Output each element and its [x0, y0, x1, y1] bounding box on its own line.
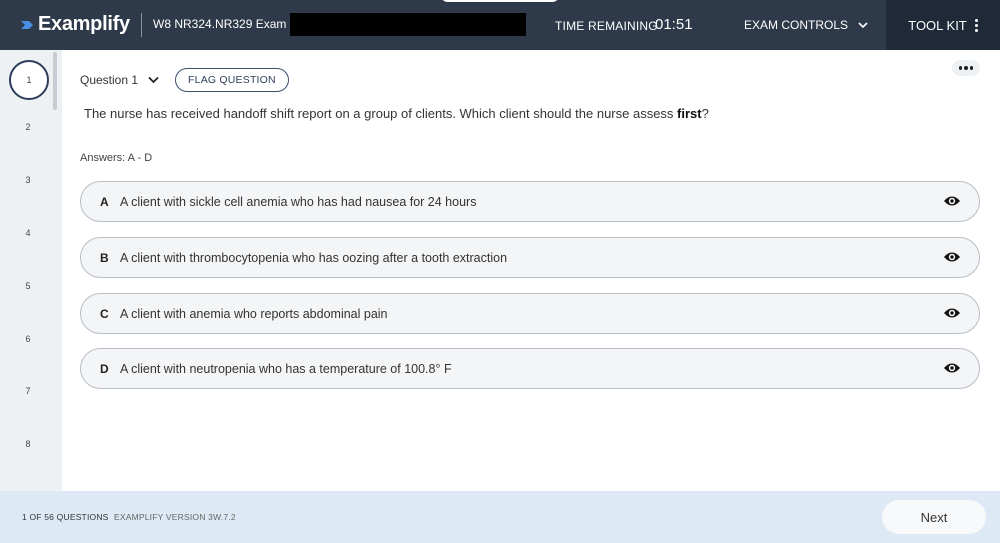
redacted-block	[290, 13, 526, 36]
option-text: A client with anemia who reports abdomin…	[120, 306, 388, 321]
eye-icon[interactable]	[943, 361, 961, 375]
more-options-button[interactable]	[952, 60, 980, 76]
chevron-down-icon	[148, 73, 159, 87]
kebab-menu-icon	[974, 18, 978, 32]
question-nav-item-7[interactable]: 7	[0, 386, 56, 396]
exam-name: W8 NR324.NR329 Exam 2	[153, 17, 297, 31]
option-text: A client with sickle cell anemia who has…	[120, 194, 477, 209]
answer-option-d[interactable]: D A client with neutropenia who has a te…	[80, 348, 980, 389]
eye-icon[interactable]	[943, 306, 961, 320]
question-nav-item-4[interactable]: 4	[0, 228, 56, 238]
answer-option-c[interactable]: C A client with anemia who reports abdom…	[80, 293, 980, 334]
next-button[interactable]: Next	[882, 500, 986, 534]
tool-kit-label: TOOL KIT	[908, 17, 967, 33]
examplify-logo: Examplify	[20, 13, 130, 36]
camera-notch	[440, 0, 560, 2]
question-header: Question 1 FLAG QUESTION	[80, 68, 289, 92]
stem-emphasis: first	[677, 106, 702, 121]
answer-option-a[interactable]: A A client with sickle cell anemia who h…	[80, 181, 980, 222]
stem-suffix: ?	[701, 106, 709, 121]
question-nav-item-3[interactable]: 3	[0, 175, 56, 185]
option-letter: D	[100, 361, 109, 376]
question-nav-item-2[interactable]: 2	[0, 122, 56, 132]
question-selector[interactable]: Question 1	[80, 73, 159, 87]
time-remaining-value: 01:51	[655, 16, 693, 33]
tool-kit-button[interactable]: TOOL KIT	[886, 0, 1000, 50]
question-label: Question 1	[80, 73, 139, 87]
exam-controls-label: EXAM CONTROLS	[744, 18, 849, 32]
question-nav-item-8[interactable]: 8	[0, 439, 56, 449]
stem-text: The nurse has received handoff shift rep…	[84, 106, 678, 121]
exam-controls-menu[interactable]: EXAM CONTROLS	[744, 18, 868, 32]
option-text: A client with thrombocytopenia who has o…	[120, 250, 508, 265]
header-divider	[141, 13, 142, 37]
time-remaining-label: TIME REMAINING	[555, 19, 658, 33]
question-nav-item-1[interactable]: 1	[9, 60, 49, 100]
option-letter: C	[100, 306, 109, 321]
question-navigator: 1 2 3 4 5 6 7 8	[0, 50, 62, 491]
option-text: A client with neutropenia who has a temp…	[120, 361, 452, 376]
option-letter: B	[100, 250, 109, 265]
eye-icon[interactable]	[943, 250, 961, 264]
question-nav-item-5[interactable]: 5	[0, 281, 56, 291]
app-version: EXAMPLIFY VERSION 3W.7.2	[114, 512, 236, 522]
eye-icon[interactable]	[943, 194, 961, 208]
footer-bar: 1 OF 56 QUESTIONS EXAMPLIFY VERSION 3W.7…	[0, 491, 1000, 543]
answers-range-label: Answers: A - D	[80, 152, 153, 164]
sidebar-scrollbar[interactable]	[53, 52, 57, 110]
chevron-down-icon	[858, 18, 868, 32]
question-stem: The nurse has received handoff shift rep…	[84, 106, 709, 121]
question-nav-item-6[interactable]: 6	[0, 334, 56, 344]
option-letter: A	[100, 194, 109, 209]
question-panel: Question 1 FLAG QUESTION The nurse has r…	[62, 50, 1000, 491]
answer-option-b[interactable]: B A client with thrombocytopenia who has…	[80, 237, 980, 278]
flag-question-button[interactable]: FLAG QUESTION	[175, 68, 289, 92]
examplify-logo-icon	[20, 18, 34, 32]
top-bar: Examplify W8 NR324.NR329 Exam 2 TIME REM…	[0, 0, 1000, 50]
app-name: Examplify	[38, 13, 130, 35]
question-progress: 1 OF 56 QUESTIONS	[22, 512, 109, 522]
